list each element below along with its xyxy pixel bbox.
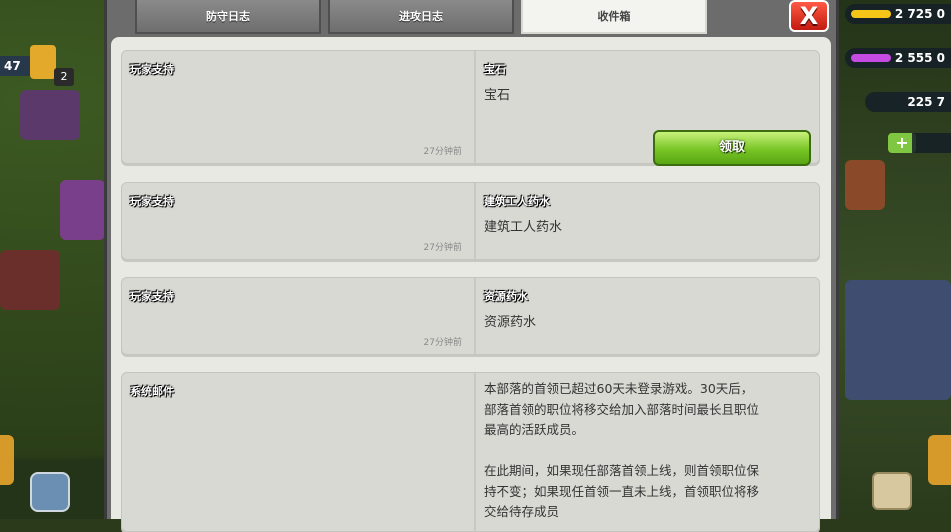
tab-defense-log[interactable]: 防守日志 bbox=[135, 0, 321, 34]
dark-elixir-counter: 225 7 bbox=[865, 92, 951, 112]
village-building bbox=[845, 160, 885, 210]
message-time: 27分钟前 bbox=[423, 147, 462, 157]
trophy-icon bbox=[30, 45, 56, 79]
message-sender: 系统邮件 bbox=[130, 385, 174, 398]
gold-bar bbox=[851, 10, 891, 18]
right-edge-button[interactable] bbox=[928, 435, 951, 485]
gem-counter-bar bbox=[912, 133, 951, 153]
message-left-column: 系统邮件 bbox=[122, 373, 476, 531]
message-time: 27分钟前 bbox=[423, 338, 462, 348]
message-body: 宝石 bbox=[484, 88, 511, 103]
message-sender: 玩家支持 bbox=[130, 290, 174, 303]
shield-icon[interactable] bbox=[30, 472, 70, 512]
village-building bbox=[60, 180, 105, 240]
close-icon: X bbox=[799, 2, 819, 30]
village-building bbox=[20, 90, 80, 140]
close-button[interactable]: X bbox=[789, 0, 829, 32]
message-sender: 玩家支持 bbox=[130, 63, 174, 76]
message-left-column: 玩家支持 27分钟前 bbox=[122, 183, 476, 259]
message-title: 资源药水 bbox=[484, 290, 528, 303]
claim-button[interactable]: 领取 bbox=[653, 130, 811, 166]
left-edge-button[interactable] bbox=[0, 435, 14, 485]
message-left-column: 玩家支持 27分钟前 bbox=[122, 278, 476, 354]
message-body: 建筑工人药水 bbox=[484, 220, 563, 235]
tab-attack-log[interactable]: 进攻日志 bbox=[328, 0, 514, 34]
message-row[interactable]: 系统邮件 本部落的首领已超过60天未登录游戏。30天后， 部落首领的职位将移交给… bbox=[121, 372, 820, 532]
elixir-counter: 2 555 0 bbox=[845, 48, 951, 68]
message-row[interactable]: 玩家支持 27分钟前 资源药水 资源药水 bbox=[121, 277, 820, 355]
system-message-text: 本部落的首领已超过60天未登录游戏。30天后， 部落首领的职位将移交给加入部落时… bbox=[484, 381, 760, 519]
village-building bbox=[0, 250, 60, 310]
message-title: 建筑工人药水 bbox=[484, 195, 550, 208]
trophy-badge: 2 bbox=[54, 68, 74, 86]
mail-icon[interactable] bbox=[872, 472, 912, 510]
tab-inbox[interactable]: 收件箱 bbox=[521, 0, 707, 34]
message-body: 资源药水 bbox=[484, 315, 537, 330]
gold-counter: 2 725 0 bbox=[845, 4, 951, 24]
message-time: 27分钟前 bbox=[423, 243, 462, 253]
message-title: 宝石 bbox=[484, 63, 506, 76]
message-left-column: 玩家支持 27分钟前 bbox=[122, 51, 476, 163]
village-wall bbox=[845, 280, 951, 400]
message-row[interactable]: 玩家支持 27分钟前 宝石 宝石 领取 bbox=[121, 50, 820, 166]
elixir-bar bbox=[851, 54, 891, 62]
message-sender: 玩家支持 bbox=[130, 195, 174, 208]
inbox-panel: 玩家支持 27分钟前 宝石 宝石 领取 玩家支持 27分钟前 建筑工人药水 建筑… bbox=[111, 37, 831, 532]
message-row[interactable]: 玩家支持 27分钟前 建筑工人药水 建筑工人药水 bbox=[121, 182, 820, 260]
